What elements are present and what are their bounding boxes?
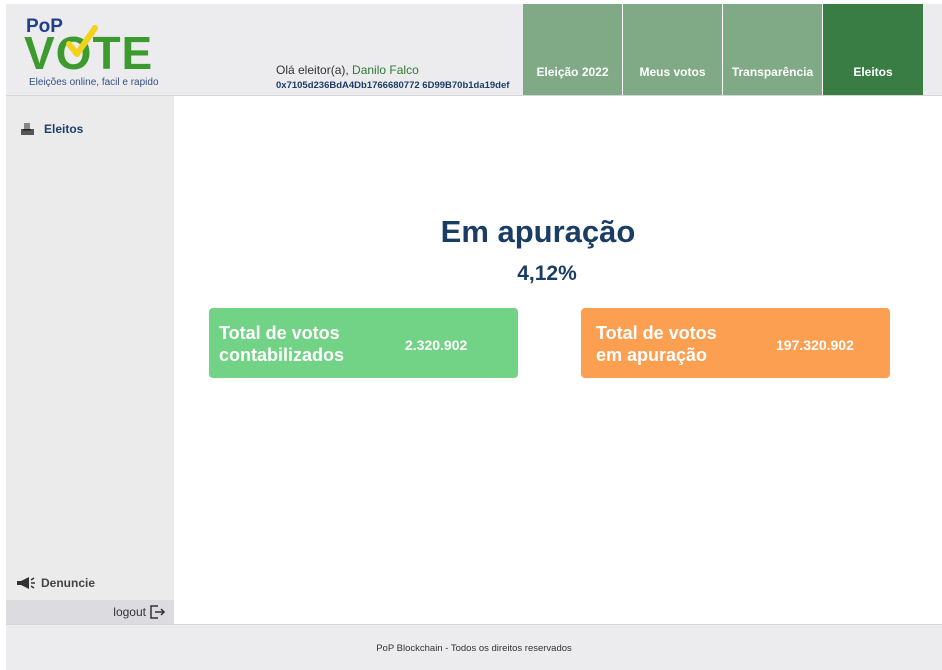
main-content: Em apuração 4,12% Total de votos contabi… bbox=[174, 96, 942, 624]
card-label-line1: Total de votos bbox=[219, 323, 340, 343]
megaphone-icon bbox=[17, 577, 35, 589]
denuncie-label: Denuncie bbox=[41, 576, 96, 590]
card-value: 197.320.902 bbox=[776, 337, 854, 353]
checkmark-icon bbox=[66, 25, 98, 57]
sidebar-item-label: Eleitos bbox=[44, 122, 84, 136]
pending-votes-card: Total de votos em apuração 197.320.902 bbox=[581, 308, 890, 378]
progress-percent: 4,12% bbox=[517, 262, 577, 285]
tab-transparencia[interactable]: Transparência bbox=[723, 4, 823, 95]
card-label-line2: em apuração bbox=[596, 345, 708, 365]
counted-votes-card: Total de votos contabilizados 2.320.902 bbox=[209, 308, 518, 378]
wallet-address: 0x7105d236BdA4Db1766680772 6D99B70b1da19… bbox=[276, 80, 510, 91]
card-label-line2: contabilizados bbox=[219, 345, 345, 365]
logo-tagline: Eleições online, facil e rapido bbox=[29, 77, 159, 88]
header: PoP VOTE Eleições online, facil e rapido… bbox=[6, 4, 942, 96]
logout-icon bbox=[150, 605, 166, 619]
greeting-text: Olá eleitor(a), bbox=[276, 63, 349, 77]
ballot-box-icon bbox=[21, 123, 34, 135]
denuncie-link[interactable]: Denuncie bbox=[16, 576, 95, 590]
user-name: Danilo Falco bbox=[352, 63, 419, 77]
footer: PoP Blockchain - Todos os direitos reser… bbox=[6, 624, 942, 670]
logo[interactable]: PoP VOTE Eleições online, facil e rapido bbox=[24, 14, 174, 94]
tab-meus-votos[interactable]: Meus votos bbox=[623, 4, 723, 95]
logout-button[interactable]: logout bbox=[6, 600, 174, 624]
app-frame: PoP VOTE Eleições online, facil e rapido… bbox=[6, 4, 942, 670]
user-greeting: Olá eleitor(a), Danilo Falco bbox=[276, 63, 419, 77]
logout-label: logout bbox=[113, 605, 146, 619]
card-value: 2.320.902 bbox=[405, 337, 468, 353]
page-title: Em apuração bbox=[440, 214, 636, 249]
card-label: Total de votos em apuração bbox=[596, 322, 717, 366]
sidebar-item-eleitos[interactable]: Eleitos bbox=[20, 121, 83, 137]
card-label-line1: Total de votos bbox=[596, 323, 717, 343]
card-label: Total de votos contabilizados bbox=[219, 322, 344, 366]
sidebar: Eleitos Denuncie logout bbox=[6, 96, 174, 624]
tab-eleicao-2022[interactable]: Eleição 2022 bbox=[523, 4, 623, 95]
top-nav: Eleição 2022 Meus votos Transparência El… bbox=[523, 4, 923, 95]
tab-eleitos[interactable]: Eleitos bbox=[823, 4, 923, 95]
footer-text: PoP Blockchain - Todos os direitos reser… bbox=[376, 643, 572, 654]
